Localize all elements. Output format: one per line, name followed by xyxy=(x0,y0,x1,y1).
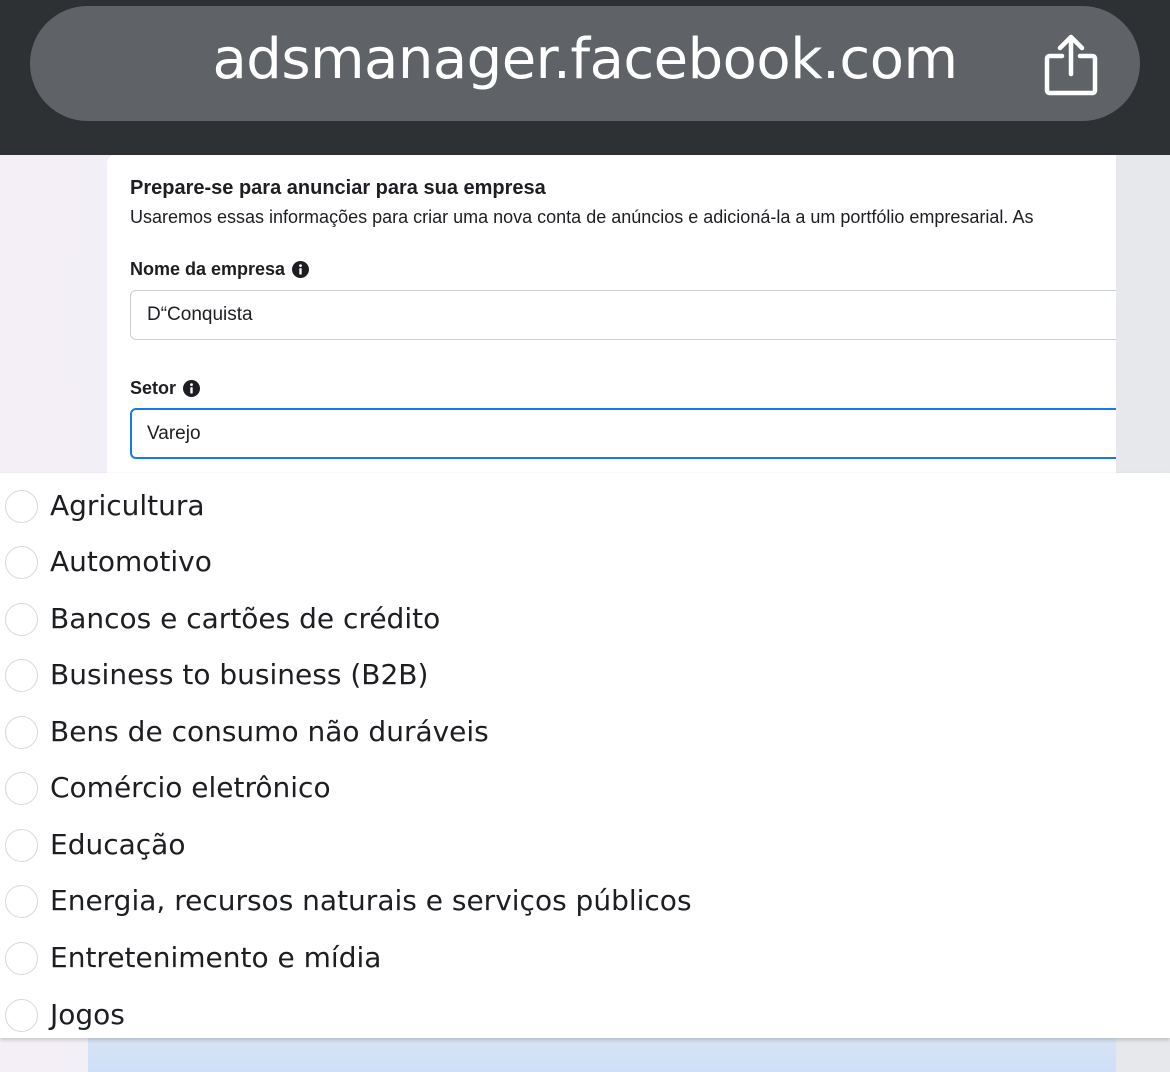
option-b2b[interactable]: Business to business (B2B) xyxy=(0,650,1170,700)
option-label: Jogos xyxy=(50,998,125,1031)
option-label: Business to business (B2B) xyxy=(50,658,429,691)
radio-button[interactable] xyxy=(5,716,38,749)
option-label: Comércio eletrônico xyxy=(50,771,331,804)
option-educacao[interactable]: Educação xyxy=(0,820,1170,870)
option-automotivo[interactable]: Automotivo xyxy=(0,537,1170,587)
radio-button[interactable] xyxy=(5,659,38,692)
option-jogos[interactable]: Jogos xyxy=(0,990,1170,1040)
info-icon[interactable] xyxy=(292,261,310,278)
card-title: Prepare-se para anunciar para sua empres… xyxy=(130,177,546,199)
radio-button[interactable] xyxy=(5,942,38,975)
sector-select[interactable]: Varejo xyxy=(130,408,1116,459)
option-label: Agricultura xyxy=(50,489,205,522)
option-label: Bens de consumo não duráveis xyxy=(50,715,489,748)
sector-label-text: Setor xyxy=(130,378,177,398)
page-background-panel xyxy=(88,1036,1116,1072)
option-bens-de-consumo[interactable]: Bens de consumo não duráveis xyxy=(0,707,1170,757)
business-setup-card: Prepare-se para anunciar para sua empres… xyxy=(107,155,1116,485)
option-agricultura[interactable]: Agricultura xyxy=(0,481,1170,531)
option-label: Bancos e cartões de crédito xyxy=(50,602,441,635)
sector-options-list: Agricultura Automotivo Bancos e cartões … xyxy=(0,473,1170,1038)
option-energia[interactable]: Energia, recursos naturais e serviços pú… xyxy=(0,876,1170,926)
radio-button[interactable] xyxy=(5,546,38,579)
company-name-label-text: Nome da empresa xyxy=(130,259,286,279)
sector-label: Setor xyxy=(130,378,201,399)
share-icon[interactable] xyxy=(1040,32,1102,98)
option-label: Entretenimento e mídia xyxy=(50,941,382,974)
address-bar-url[interactable]: adsmanager.facebook.com xyxy=(0,0,1170,120)
radio-button[interactable] xyxy=(5,603,38,636)
radio-button[interactable] xyxy=(5,885,38,918)
option-bancos[interactable]: Bancos e cartões de crédito xyxy=(0,594,1170,644)
company-name-input[interactable]: D“Conquista xyxy=(130,290,1116,340)
option-entretenimento[interactable]: Entretenimento e mídia xyxy=(0,933,1170,983)
option-label: Automotivo xyxy=(50,545,212,578)
radio-button[interactable] xyxy=(5,772,38,805)
info-icon[interactable] xyxy=(183,380,201,397)
option-label: Energia, recursos naturais e serviços pú… xyxy=(50,884,692,917)
card-description: Usaremos essas informações para criar um… xyxy=(130,207,1034,227)
browser-toolbar: adsmanager.facebook.com xyxy=(0,0,1170,155)
company-name-label: Nome da empresa xyxy=(130,259,310,280)
option-comercio-eletronico[interactable]: Comércio eletrônico xyxy=(0,763,1170,813)
radio-button[interactable] xyxy=(5,490,38,523)
option-label: Educação xyxy=(50,828,186,861)
radio-button[interactable] xyxy=(5,829,38,862)
radio-button[interactable] xyxy=(5,999,38,1032)
